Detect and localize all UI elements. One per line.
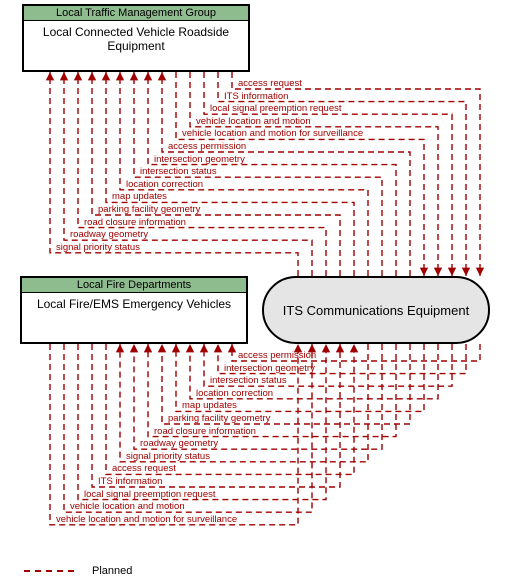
flow-label: map updates [112, 192, 167, 202]
flow-label: roadway geometry [140, 439, 218, 449]
node-rse-body: Local Connected Vehicle Roadside Equipme… [24, 21, 248, 57]
flow-label: local signal preemption request [84, 490, 216, 500]
flow-label: access request [238, 79, 302, 89]
node-ems-body: Local Fire/EMS Emergency Vehicles [22, 293, 246, 315]
flow-label: access permission [238, 351, 316, 361]
legend: Planned [24, 565, 132, 577]
node-its-label: ITS Communications Equipment [283, 303, 469, 318]
flow-label: parking facility geometry [168, 414, 270, 424]
flow-label: access request [112, 464, 176, 474]
flow-label: vehicle location and motion for surveill… [56, 515, 237, 525]
node-its: ITS Communications Equipment [262, 276, 490, 344]
flow-label: signal priority status [126, 452, 210, 462]
flow-label: road closure information [84, 218, 186, 228]
flow-label: ITS information [224, 92, 288, 102]
flow-label: ITS information [98, 477, 162, 487]
flow-label: roadway geometry [70, 230, 148, 240]
flow-label: intersection status [140, 167, 217, 177]
node-ems-header: Local Fire Departments [22, 278, 246, 293]
flow-label: vehicle location and motion for surveill… [182, 129, 363, 139]
legend-dash-icon [24, 570, 74, 572]
node-rse: Local Traffic Management Group Local Con… [22, 4, 250, 72]
flow-label: intersection geometry [224, 364, 315, 374]
flow-label: intersection status [210, 376, 287, 386]
flow-label: access permission [168, 142, 246, 152]
legend-label: Planned [92, 565, 132, 577]
node-rse-header: Local Traffic Management Group [24, 6, 248, 21]
flow-label: vehicle location and motion [196, 117, 311, 127]
flow-label: road closure information [154, 427, 256, 437]
flow-label: intersection geometry [154, 155, 245, 165]
flow-label: vehicle location and motion [70, 502, 185, 512]
flow-label: local signal preemption request [210, 104, 342, 114]
node-ems: Local Fire Departments Local Fire/EMS Em… [20, 276, 248, 344]
flow-label: map updates [182, 401, 237, 411]
flow-label: parking facility geometry [98, 205, 200, 215]
flow-label: location correction [196, 389, 273, 399]
flow-label: signal priority status [56, 243, 140, 253]
flow-label: location correction [126, 180, 203, 190]
